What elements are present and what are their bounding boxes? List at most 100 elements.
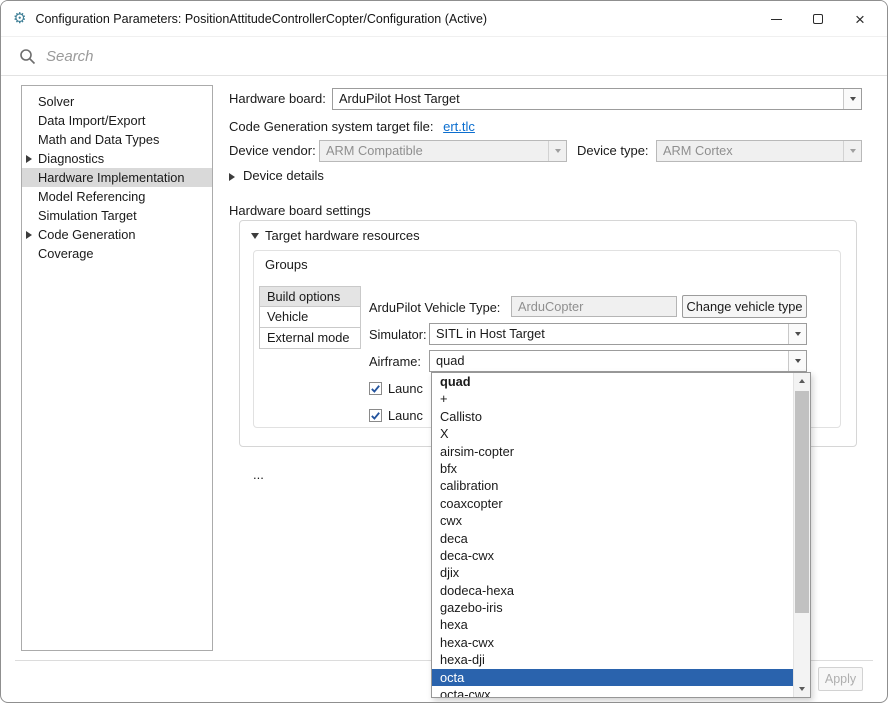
- hardware-board-select[interactable]: ArduPilot Host Target: [332, 88, 862, 110]
- dropdown-option[interactable]: hexa-dji: [432, 651, 793, 668]
- dropdown-option[interactable]: cwx: [432, 512, 793, 529]
- group-item-label: Build options: [267, 289, 340, 304]
- sidebar-item-solver[interactable]: Solver: [22, 92, 212, 111]
- dropdown-options: quad + Callisto X airsim-copter bfx cali…: [432, 373, 793, 697]
- target-file-row: Code Generation system target file: ert.…: [229, 119, 475, 134]
- launch-checkbox-2[interactable]: Launc: [369, 408, 423, 423]
- target-hardware-resources-label[interactable]: Target hardware resources: [265, 228, 420, 243]
- chevron-down-icon[interactable]: [788, 324, 806, 344]
- minimize-icon: [771, 19, 782, 20]
- dropdown-option[interactable]: quad: [432, 373, 793, 390]
- sidebar-item-label: Code Generation: [38, 227, 135, 242]
- dropdown-option[interactable]: +: [432, 390, 793, 407]
- sidebar-item-label: Model Referencing: [38, 189, 145, 204]
- sidebar-item-hardware-implementation[interactable]: Hardware Implementation: [22, 168, 212, 187]
- dropdown-option[interactable]: hexa: [432, 616, 793, 633]
- maximize-icon: [813, 14, 823, 24]
- dropdown-option[interactable]: octa-cwx: [432, 686, 793, 697]
- device-type-value: ARM Cortex: [663, 141, 733, 161]
- dropdown-scrollbar[interactable]: [793, 373, 810, 697]
- sidebar-item-label: Math and Data Types: [38, 132, 159, 147]
- device-details-label[interactable]: Device details: [243, 168, 324, 183]
- device-type-select: ARM Cortex: [656, 140, 862, 162]
- airframe-select[interactable]: quad: [429, 350, 807, 372]
- dropdown-option[interactable]: hexa-cwx: [432, 634, 793, 651]
- window-controls: ×: [755, 1, 881, 37]
- sidebar-item-code-generation[interactable]: Code Generation: [22, 225, 212, 244]
- scroll-down-button[interactable]: [794, 681, 810, 697]
- gear-app-icon: ⚙: [13, 11, 26, 26]
- chevron-down-icon[interactable]: [843, 89, 861, 109]
- simulator-label: Simulator:: [369, 327, 427, 342]
- groups-list: Build options Vehicle External mode: [259, 286, 361, 349]
- configuration-parameters-window: ⚙ Configuration Parameters: PositionAtti…: [0, 0, 888, 703]
- hardware-board-value: ArduPilot Host Target: [339, 89, 460, 109]
- sidebar-item-label: Simulation Target: [38, 208, 137, 223]
- close-button[interactable]: ×: [839, 1, 881, 37]
- minimize-button[interactable]: [755, 1, 797, 37]
- sidebar-item-model-referencing[interactable]: Model Referencing: [22, 187, 212, 206]
- scroll-up-button[interactable]: [794, 373, 810, 389]
- vehicle-type-field: ArduCopter: [511, 296, 677, 317]
- scroll-down-icon: [799, 687, 805, 691]
- expand-arrow-icon[interactable]: [26, 231, 32, 239]
- dropdown-option[interactable]: calibration: [432, 477, 793, 494]
- dropdown-option[interactable]: airsim-copter: [432, 443, 793, 460]
- airframe-label: Airframe:: [369, 354, 421, 369]
- groups-label: Groups: [265, 257, 308, 272]
- dropdown-option-highlighted[interactable]: octa: [432, 669, 793, 686]
- search-input[interactable]: [46, 48, 646, 65]
- checkbox-checked-icon[interactable]: [369, 409, 382, 422]
- vehicle-type-label: ArduPilot Vehicle Type:: [369, 300, 500, 315]
- group-item-external-mode[interactable]: External mode: [259, 328, 361, 349]
- scrollbar-thumb[interactable]: [795, 391, 809, 613]
- airframe-value: quad: [436, 351, 464, 371]
- airframe-dropdown-list: quad + Callisto X airsim-copter bfx cali…: [431, 372, 811, 698]
- sidebar-item-simulation-target[interactable]: Simulation Target: [22, 206, 212, 225]
- chevron-down-icon[interactable]: [788, 351, 806, 371]
- hardware-board-settings-label: Hardware board settings: [229, 203, 371, 218]
- dropdown-option[interactable]: gazebo-iris: [432, 599, 793, 616]
- change-vehicle-type-button[interactable]: Change vehicle type: [682, 295, 807, 318]
- dropdown-option[interactable]: X: [432, 425, 793, 442]
- dropdown-option[interactable]: coaxcopter: [432, 495, 793, 512]
- chevron-down-icon: [843, 141, 861, 161]
- simulator-select[interactable]: SITL in Host Target: [429, 323, 807, 345]
- device-details-expand-icon[interactable]: [229, 173, 235, 181]
- sidebar-item-label: Hardware Implementation: [38, 170, 185, 185]
- target-file-link[interactable]: ert.tlc: [443, 119, 475, 134]
- apply-button[interactable]: Apply: [818, 667, 863, 691]
- checkbox-label: Launc: [388, 381, 423, 396]
- device-type-label: Device type:: [577, 143, 649, 158]
- sidebar-item-label: Data Import/Export: [38, 113, 145, 128]
- category-tree: Solver Data Import/Export Math and Data …: [21, 85, 213, 651]
- checkbox-label: Launc: [388, 408, 423, 423]
- sidebar-item-data-import-export[interactable]: Data Import/Export: [22, 111, 212, 130]
- group-item-label: External mode: [267, 330, 350, 345]
- dropdown-option[interactable]: dodeca-hexa: [432, 582, 793, 599]
- window-title: Configuration Parameters: PositionAttitu…: [35, 12, 487, 26]
- checkbox-checked-icon[interactable]: [369, 382, 382, 395]
- device-vendor-select: ARM Compatible: [319, 140, 567, 162]
- ellipsis-text: ...: [253, 467, 264, 482]
- scroll-up-icon: [799, 379, 805, 383]
- dropdown-option[interactable]: deca-cwx: [432, 547, 793, 564]
- expand-arrow-icon[interactable]: [26, 155, 32, 163]
- resources-collapse-icon[interactable]: [251, 233, 259, 239]
- dropdown-option[interactable]: djix: [432, 564, 793, 581]
- sidebar-item-diagnostics[interactable]: Diagnostics: [22, 149, 212, 168]
- sidebar-item-label: Coverage: [38, 246, 94, 261]
- launch-checkbox-1[interactable]: Launc: [369, 381, 423, 396]
- dropdown-option[interactable]: bfx: [432, 460, 793, 477]
- dropdown-option[interactable]: deca: [432, 530, 793, 547]
- group-item-vehicle[interactable]: Vehicle: [259, 307, 361, 328]
- maximize-button[interactable]: [797, 1, 839, 37]
- group-item-label: Vehicle: [267, 309, 308, 324]
- group-item-build-options[interactable]: Build options: [259, 286, 361, 307]
- simulator-value: SITL in Host Target: [436, 324, 545, 344]
- device-vendor-label: Device vendor:: [229, 143, 316, 158]
- dropdown-option[interactable]: Callisto: [432, 408, 793, 425]
- target-file-label: Code Generation system target file:: [229, 119, 434, 134]
- sidebar-item-math-and-data-types[interactable]: Math and Data Types: [22, 130, 212, 149]
- sidebar-item-coverage[interactable]: Coverage: [22, 244, 212, 263]
